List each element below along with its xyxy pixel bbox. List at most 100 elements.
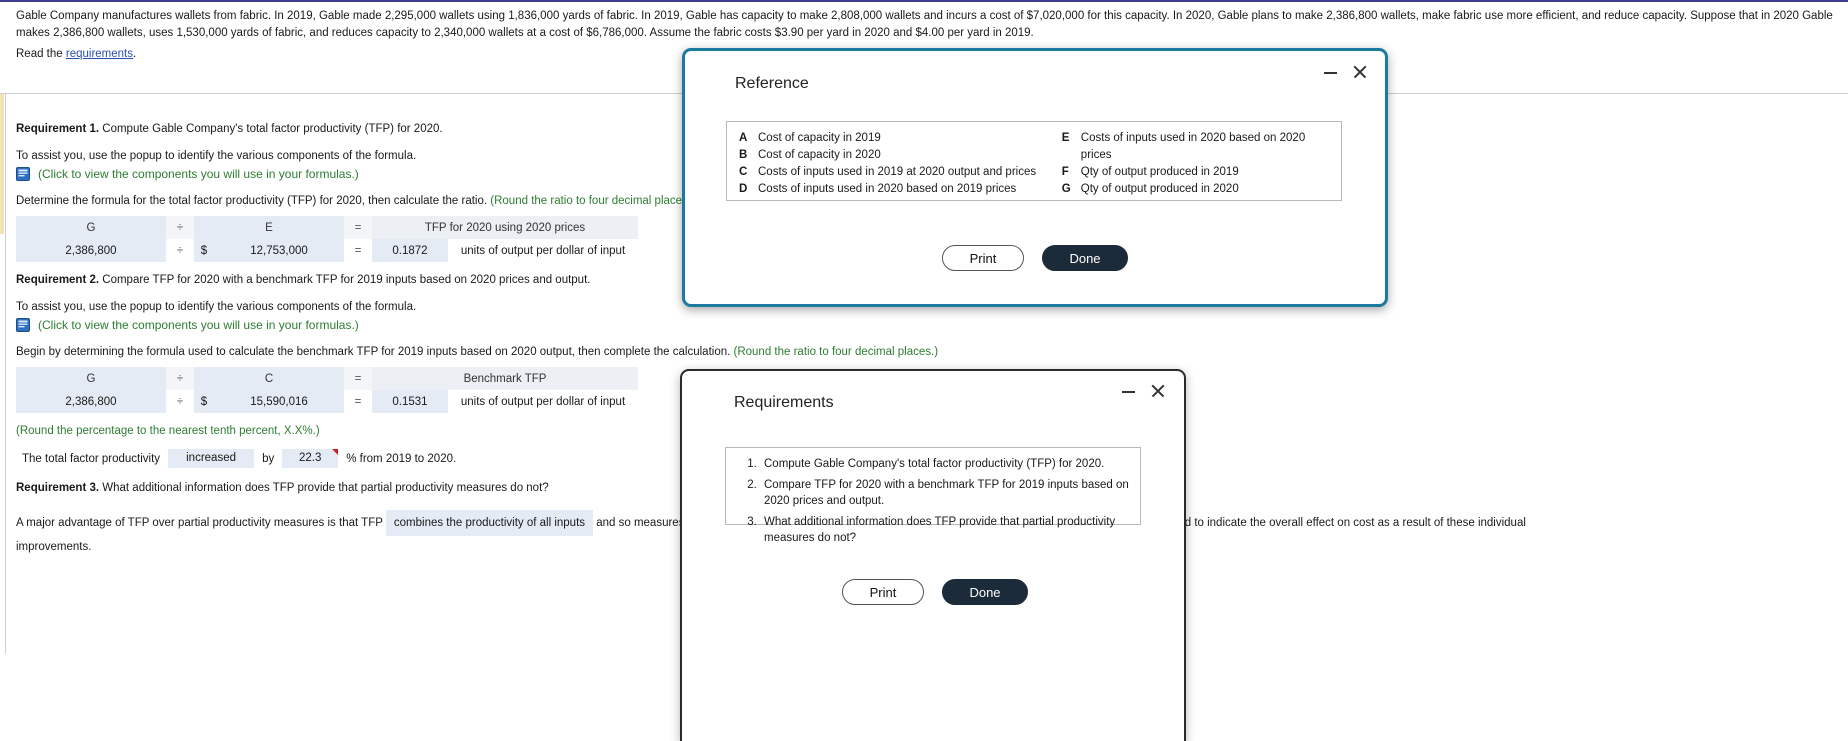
- percent-input[interactable]: 22.3: [282, 449, 339, 468]
- print-button[interactable]: Print: [842, 579, 924, 605]
- table-row-values: 2,386,800 ÷ $ 15,590,016 = 0.1531 units …: [16, 390, 638, 413]
- requirements-link[interactable]: requirements: [66, 48, 133, 60]
- reference-text: Costs of inputs used in 2020 based on 20…: [1080, 132, 1306, 161]
- requirements-dialog-title: Requirements: [734, 394, 834, 411]
- list-item: A Cost of capacity in 2019: [739, 130, 1062, 147]
- reference-text: Cost of capacity in 2019: [758, 132, 881, 144]
- reference-key: B: [739, 149, 748, 161]
- sentence-middle: by: [262, 452, 275, 465]
- list-item: D Costs of inputs used in 2020 based on …: [739, 181, 1062, 198]
- problem-statement: Gable Company manufactures wallets from …: [16, 10, 1833, 39]
- requirement-1-popup-link[interactable]: (Click to view the components you will u…: [38, 167, 359, 181]
- r2-header-op1: ÷: [166, 367, 194, 390]
- r1-header-numerator: G: [16, 216, 166, 239]
- requirement-1-label: Requirement 1.: [16, 123, 100, 135]
- top-accent-bar: [0, 0, 1848, 2]
- book-icon[interactable]: [16, 167, 31, 181]
- r1-value-result[interactable]: 0.1872: [372, 239, 448, 262]
- requirement-1-formula-table: G ÷ E = TFP for 2020 using 2020 prices 2…: [16, 216, 638, 262]
- reference-text: Costs of inputs used in 2019 at 2020 out…: [758, 166, 1037, 178]
- list-item: What additional information does TFP pro…: [760, 514, 1130, 546]
- reference-dialog-title: Reference: [735, 75, 809, 92]
- reference-dialog-buttons: Print Done: [942, 245, 1128, 271]
- read-suffix: .: [133, 48, 137, 60]
- reference-key: C: [739, 166, 748, 178]
- requirement-2-popup-row[interactable]: (Click to view the components you will u…: [16, 318, 1836, 332]
- r2-header-denominator: C: [194, 367, 344, 390]
- requirement-2-instruction-text: Begin by determining the formula used to…: [16, 346, 734, 358]
- r2-header-op2: =: [344, 367, 372, 390]
- requirement-2-label: Requirement 2.: [16, 274, 100, 286]
- book-icon[interactable]: [16, 318, 31, 332]
- close-icon[interactable]: [1353, 65, 1367, 79]
- reference-column-left: A Cost of capacity in 2019 B Cost of cap…: [739, 130, 1062, 198]
- print-button[interactable]: Print: [942, 245, 1024, 271]
- requirement-2-formula-table: G ÷ C = Benchmark TFP 2,386,800 ÷ $ 15,5…: [16, 367, 638, 413]
- r1-value-dollar: $: [194, 239, 214, 262]
- requirements-dialog-window-controls: [1122, 384, 1165, 398]
- minimize-icon[interactable]: [1122, 385, 1135, 398]
- direction-select[interactable]: increased: [168, 449, 255, 468]
- reference-text: Qty of output produced in 2020: [1080, 183, 1239, 195]
- done-button[interactable]: Done: [1042, 245, 1128, 271]
- left-highlight-bar: [0, 94, 4, 234]
- reference-key: A: [739, 132, 748, 144]
- table-row-values: 2,386,800 ÷ $ 12,753,000 = 0.1872 units …: [16, 239, 638, 262]
- r1-header-denominator: E: [194, 216, 344, 239]
- r1-value-numerator[interactable]: 2,386,800: [16, 239, 166, 262]
- list-item: C Costs of inputs used in 2019 at 2020 o…: [739, 164, 1062, 181]
- reference-list-box: A Cost of capacity in 2019 B Cost of cap…: [726, 121, 1342, 201]
- reference-grid: A Cost of capacity in 2019 B Cost of cap…: [739, 130, 1329, 198]
- r1-header-result: TFP for 2020 using 2020 prices: [372, 216, 638, 239]
- requirement-1-text: Compute Gable Company's total factor pro…: [99, 123, 443, 135]
- requirements-dialog: Requirements Compute Gable Company's tot…: [680, 369, 1186, 741]
- sentence-suffix: % from 2019 to 2020.: [346, 452, 457, 465]
- r2-value-op1: ÷: [166, 390, 194, 413]
- r1-header-op1: ÷: [166, 216, 194, 239]
- error-flag-icon: [332, 449, 339, 455]
- requirements-dialog-buttons: Print Done: [842, 579, 1028, 605]
- read-requirements-line: Read the requirements.: [16, 48, 136, 60]
- r1-value-denominator[interactable]: 12,753,000: [214, 239, 344, 262]
- done-button[interactable]: Done: [942, 579, 1028, 605]
- list-item: G Qty of output produced in 2020: [1062, 181, 1329, 198]
- table-row-header: G ÷ E = TFP for 2020 using 2020 prices: [16, 216, 638, 239]
- minimize-icon[interactable]: [1324, 66, 1337, 79]
- list-item: F Qty of output produced in 2019: [1062, 164, 1329, 181]
- r2-header-result: Benchmark TFP: [372, 367, 638, 390]
- reference-key: G: [1061, 183, 1071, 195]
- reference-text: Qty of output produced in 2019: [1080, 166, 1239, 178]
- reference-dialog: Reference A Cost of capacity in 2019 B C…: [682, 48, 1388, 307]
- reference-key: F: [1061, 166, 1069, 178]
- requirement-2-popup-link[interactable]: (Click to view the components you will u…: [38, 318, 359, 332]
- sentence-prefix: The total factor productivity: [22, 452, 161, 465]
- r2-value-op2: =: [344, 390, 372, 413]
- r2-value-result[interactable]: 0.1531: [372, 390, 448, 413]
- answer-choice-select[interactable]: combines the productivity of all inputs: [385, 510, 594, 536]
- r1-value-unit: units of output per dollar of input: [460, 244, 626, 257]
- reference-dialog-window-controls: [1324, 65, 1367, 79]
- r2-header-numerator: G: [16, 367, 166, 390]
- r1-value-op2: =: [344, 239, 372, 262]
- reference-column-right: E Costs of inputs used in 2020 based on …: [1062, 130, 1329, 198]
- r1-value-op1: ÷: [166, 239, 194, 262]
- r2-value-denominator[interactable]: 15,590,016: [214, 390, 344, 413]
- requirements-list: Compute Gable Company's total factor pro…: [736, 456, 1130, 546]
- requirement-2-rounding: (Round the ratio to four decimal places.…: [733, 346, 939, 358]
- reference-text: Costs of inputs used in 2020 based on 20…: [758, 183, 1017, 195]
- requirement-1-rounding: (Round the ratio to four decimal places.…: [490, 195, 695, 207]
- list-item: Compare TFP for 2020 with a benchmark TF…: [760, 477, 1130, 509]
- list-item: B Cost of capacity in 2020: [739, 147, 1062, 164]
- table-row-header: G ÷ C = Benchmark TFP: [16, 367, 638, 390]
- list-item: Compute Gable Company's total factor pro…: [760, 456, 1130, 472]
- requirement-2-instruction: Begin by determining the formula used to…: [16, 346, 1836, 358]
- percent-value: 22.3: [299, 452, 322, 464]
- r2-value-unit: units of output per dollar of input: [460, 395, 626, 408]
- r2-value-numerator[interactable]: 2,386,800: [16, 390, 166, 413]
- read-prefix: Read the: [16, 48, 66, 60]
- requirement-1-instruction-text: Determine the formula for the total fact…: [16, 195, 491, 207]
- reference-key: E: [1061, 132, 1070, 144]
- answer-prefix: A major advantage of TFP over partial pr…: [16, 517, 386, 529]
- requirement-3-text: What additional information does TFP pro…: [99, 482, 549, 494]
- close-icon[interactable]: [1151, 384, 1165, 398]
